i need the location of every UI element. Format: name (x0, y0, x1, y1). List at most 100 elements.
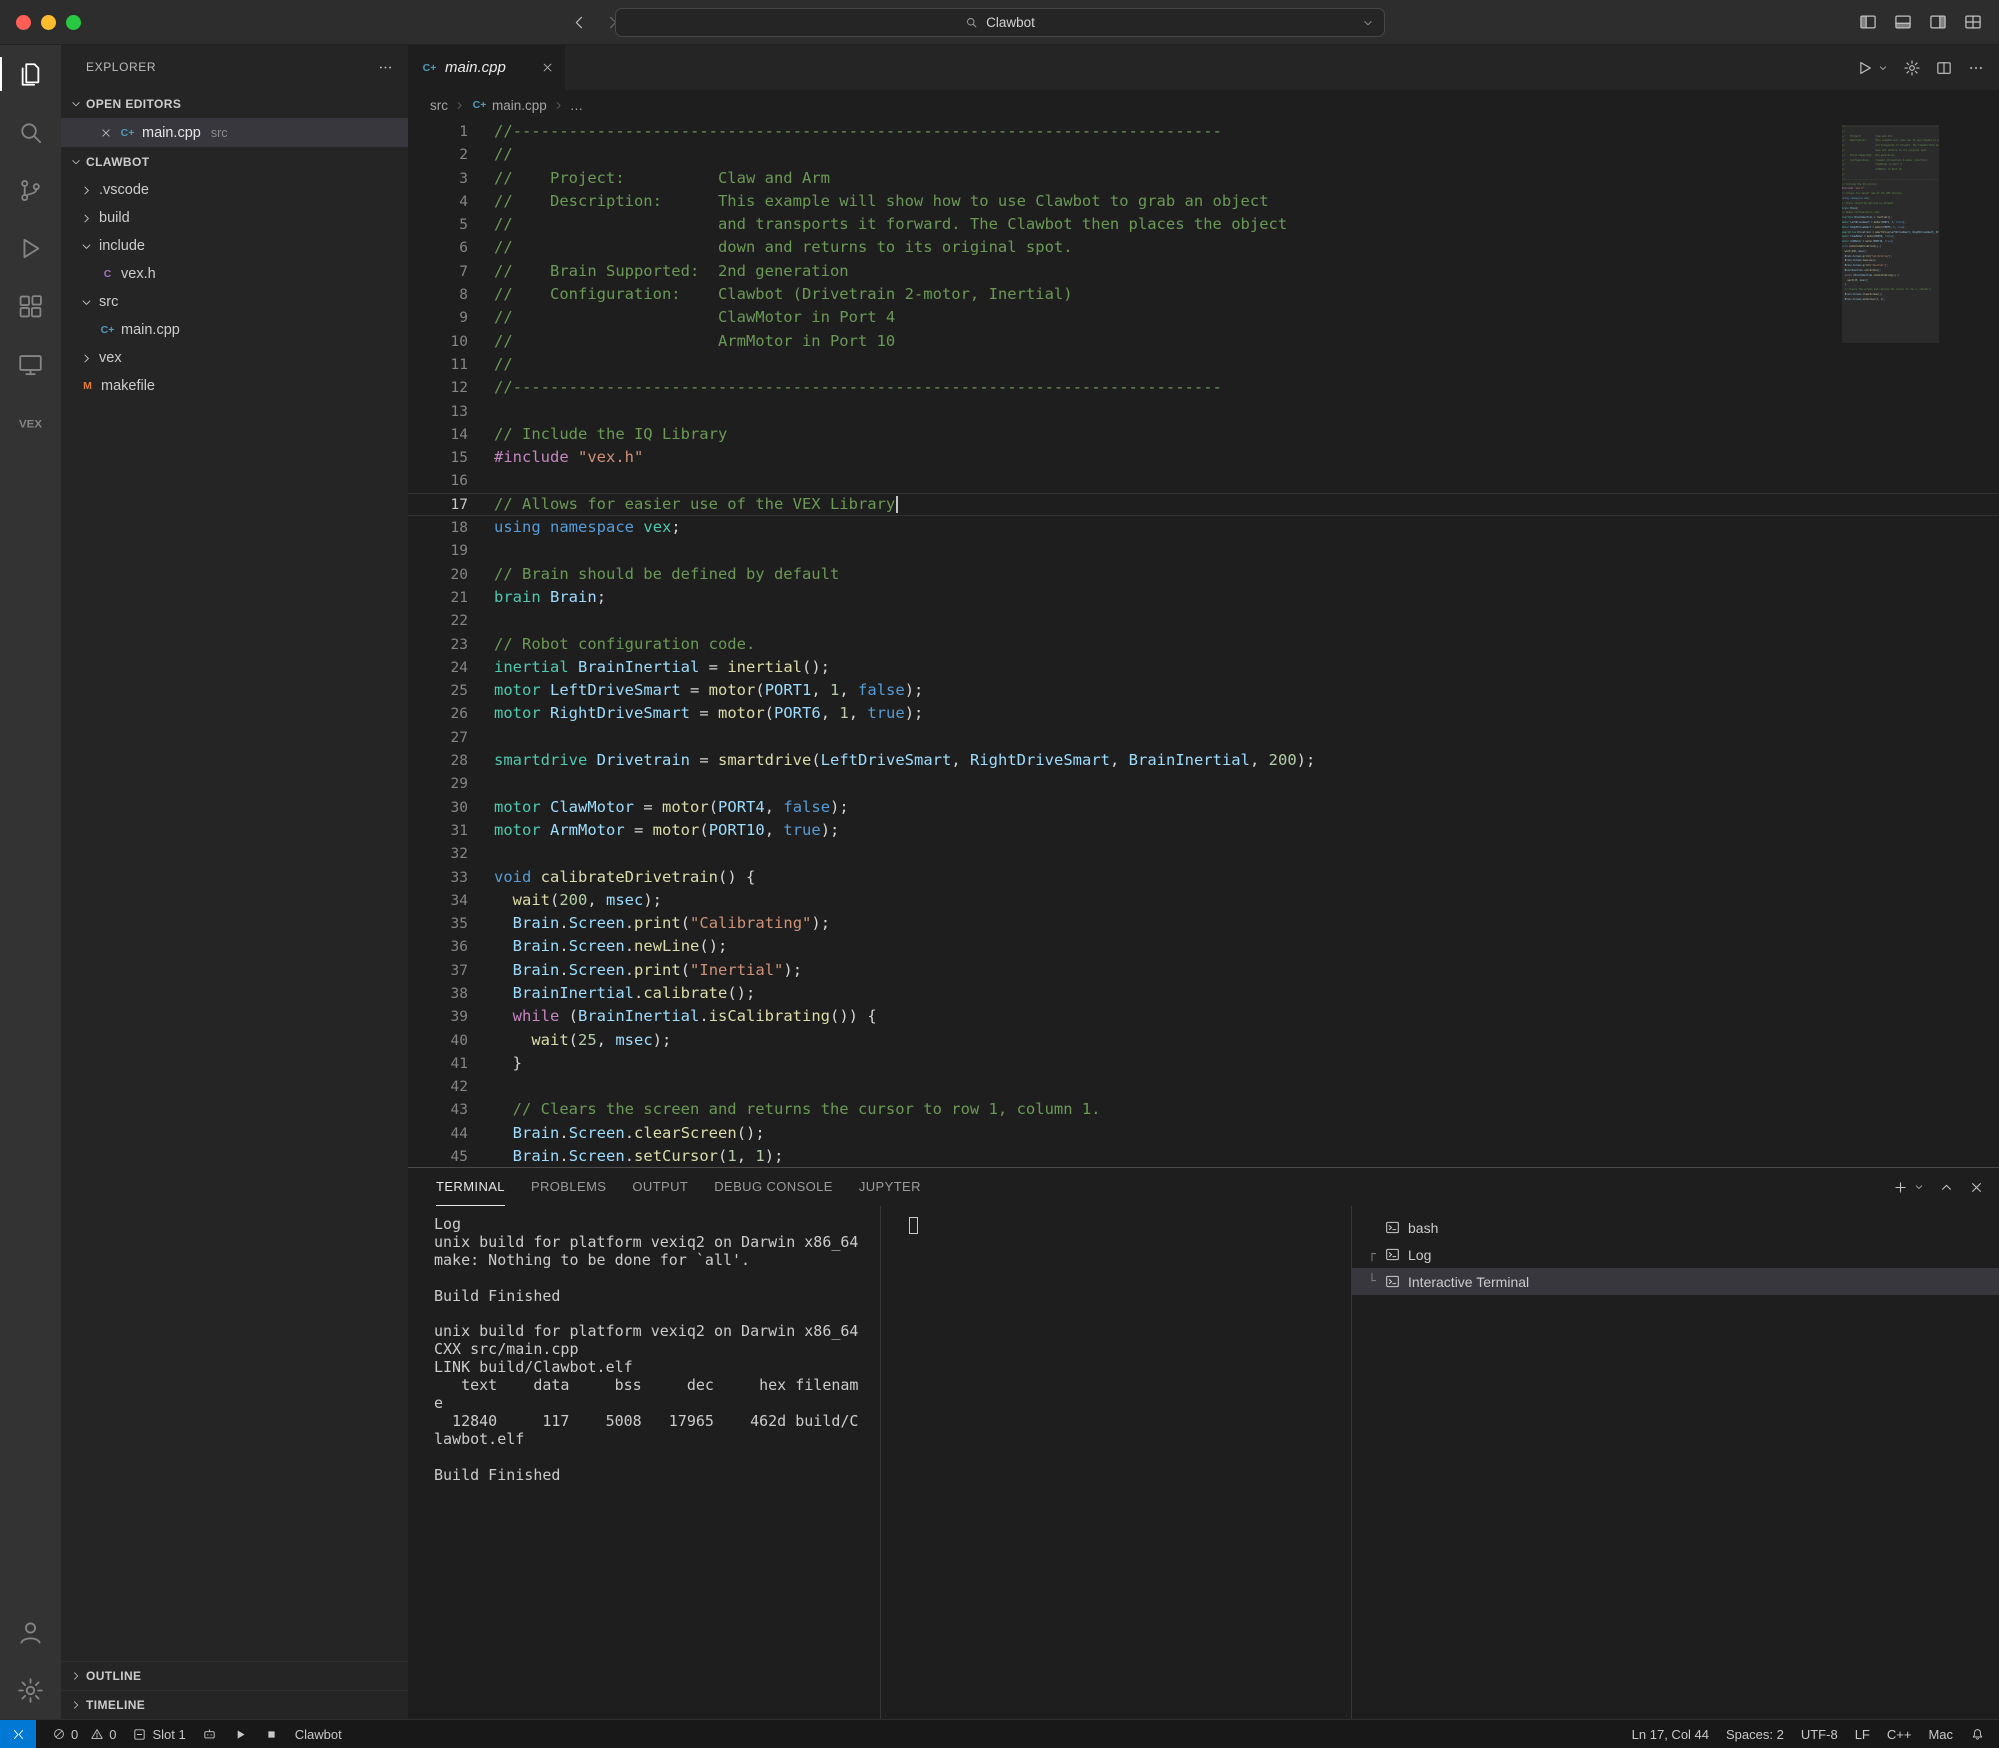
code-line-26[interactable]: 26 motor RightDriveSmart = motor(PORT6, 1… (408, 702, 1999, 725)
code-line-11[interactable]: 11// (408, 353, 1999, 376)
gear-icon[interactable] (1903, 59, 1921, 77)
breadcrumb-file[interactable]: C+ main.cpp (471, 98, 547, 113)
terminal-list-item-log[interactable]: ┌ Log (1352, 1241, 1999, 1268)
code-line-44[interactable]: 44 Brain.Screen.clearScreen(); (408, 1122, 1999, 1145)
activity-search[interactable] (0, 103, 61, 161)
panel-tab-jupyter[interactable]: JUPYTER (859, 1168, 921, 1206)
vex-slot[interactable]: Slot 1 (132, 1727, 186, 1742)
code-line-21[interactable]: 21 brain Brain; (408, 586, 1999, 609)
language-mode[interactable]: C++ (1887, 1727, 1912, 1742)
code-line-38[interactable]: 38 BrainInertial.calibrate(); (408, 982, 1999, 1005)
activity-source-control[interactable] (0, 161, 61, 219)
terminal-output[interactable]: Log unix build for platform vexiq2 on Dar… (408, 1206, 880, 1719)
toggle-primary-sidebar-icon[interactable] (1858, 12, 1878, 32)
breadcrumb-src[interactable]: src (430, 98, 448, 113)
code-line-14[interactable]: 14// Include the IQ Library (408, 423, 1999, 446)
code-line-31[interactable]: 31 motor ArmMotor = motor(PORT10, true); (408, 819, 1999, 842)
terminal-list-item-bash[interactable]: bash (1352, 1214, 1999, 1241)
activity-explorer[interactable] (0, 45, 61, 103)
customize-layout-icon[interactable] (1963, 12, 1983, 32)
code-line-5[interactable]: 5// and transports it forward. The Clawb… (408, 213, 1999, 236)
code-line-1[interactable]: 1//-------------------------------------… (408, 120, 1999, 143)
code-line-19[interactable]: 19 (408, 539, 1999, 562)
toggle-panel-icon[interactable] (1893, 12, 1913, 32)
code-line-2[interactable]: 2// (408, 143, 1999, 166)
code-line-29[interactable]: 29 (408, 772, 1999, 795)
vex-stop[interactable] (264, 1727, 279, 1742)
code-line-36[interactable]: 36 Brain.Screen.newLine(); (408, 935, 1999, 958)
more-actions-icon[interactable] (377, 59, 394, 76)
more-actions-icon[interactable] (1967, 59, 1985, 77)
new-terminal-icon[interactable] (1892, 1179, 1909, 1196)
breadcrumb-symbol[interactable]: … (570, 98, 584, 113)
code-line-13[interactable]: 13 (408, 400, 1999, 423)
code-editor[interactable]: 1 //-------------------------------------… (408, 120, 1999, 1167)
tree-item-makefile[interactable]: Mmakefile (61, 372, 408, 400)
code-line-33[interactable]: 33 void calibrateDrivetrain() { (408, 866, 1999, 889)
code-line-24[interactable]: 24 inertial BrainInertial = inertial(); (408, 656, 1999, 679)
activity-run-debug[interactable] (0, 219, 61, 277)
tree-item-vex.h[interactable]: Cvex.h (61, 260, 408, 288)
code-line-40[interactable]: 40 wait(25, msec); (408, 1029, 1999, 1052)
outline-header[interactable]: OUTLINE (61, 1661, 408, 1690)
code-line-35[interactable]: 35 Brain.Screen.print("Calibrating"); (408, 912, 1999, 935)
chevron-down-icon[interactable] (1877, 62, 1889, 74)
back-icon[interactable] (570, 13, 589, 32)
minimap[interactable]: //--------------------------------------… (1842, 125, 1939, 1167)
activity-settings[interactable] (0, 1661, 61, 1719)
indentation[interactable]: Spaces: 2 (1726, 1727, 1784, 1742)
problems-status[interactable]: 0 0 (52, 1727, 116, 1742)
code-line-28[interactable]: 28 smartdrive Drivetrain = smartdrive(Lef… (408, 749, 1999, 772)
code-line-34[interactable]: 34 wait(200, msec); (408, 889, 1999, 912)
code-line-6[interactable]: 6// down and returns to its original spo… (408, 236, 1999, 259)
terminal-interactive[interactable] (880, 1206, 1352, 1719)
code-line-20[interactable]: 20// Brain should be defined by default (408, 563, 1999, 586)
minimize-window-button[interactable] (41, 14, 56, 30)
code-line-8[interactable]: 8// Configuration: Clawbot (Drivetrain 2… (408, 283, 1999, 306)
code-line-22[interactable]: 22 (408, 609, 1999, 632)
vex-brain[interactable] (202, 1727, 217, 1742)
code-line-15[interactable]: 15 #include "vex.h" (408, 446, 1999, 469)
code-line-3[interactable]: 3// Project: Claw and Arm (408, 167, 1999, 190)
toggle-secondary-sidebar-icon[interactable] (1928, 12, 1948, 32)
code-line-25[interactable]: 25 motor LeftDriveSmart = motor(PORT1, 1,… (408, 679, 1999, 702)
code-line-23[interactable]: 23// Robot configuration code. (408, 633, 1999, 656)
tree-item-.vscode[interactable]: .vscode (61, 176, 408, 204)
code-line-4[interactable]: 4// Description: This example will show … (408, 190, 1999, 213)
encoding[interactable]: UTF-8 (1801, 1727, 1838, 1742)
open-editor-main-cpp[interactable]: C+ main.cpp src (61, 118, 408, 147)
code-line-7[interactable]: 7// Brain Supported: 2nd generation (408, 260, 1999, 283)
timeline-header[interactable]: TIMELINE (61, 1690, 408, 1719)
panel-tab-problems[interactable]: PROBLEMS (531, 1168, 606, 1206)
project-header[interactable]: CLAWBOT (61, 147, 408, 176)
split-editor-icon[interactable] (1935, 59, 1953, 77)
panel-tab-output[interactable]: OUTPUT (632, 1168, 688, 1206)
terminal-list-item-interactive-terminal[interactable]: └ Interactive Terminal (1352, 1268, 1999, 1295)
panel-tab-debug-console[interactable]: DEBUG CONSOLE (714, 1168, 833, 1206)
code-line-16[interactable]: 16 (408, 469, 1999, 492)
maximize-panel-icon[interactable] (1938, 1179, 1955, 1196)
notifications[interactable] (1970, 1727, 1985, 1742)
zoom-window-button[interactable] (66, 14, 81, 30)
code-line-43[interactable]: 43 // Clears the screen and returns the … (408, 1098, 1999, 1121)
panel-tab-terminal[interactable]: TERMINAL (436, 1168, 505, 1206)
code-line-17[interactable]: 17// Allows for easier use of the VEX Li… (408, 493, 1999, 516)
code-line-27[interactable]: 27 (408, 726, 1999, 749)
code-line-30[interactable]: 30 motor ClawMotor = motor(PORT4, false); (408, 796, 1999, 819)
code-line-41[interactable]: 41 } (408, 1052, 1999, 1075)
eol[interactable]: LF (1855, 1727, 1870, 1742)
tree-item-include[interactable]: include (61, 232, 408, 260)
tree-item-main.cpp[interactable]: C+ main.cpp (61, 316, 408, 344)
tree-item-build[interactable]: build (61, 204, 408, 232)
tree-item-vex[interactable]: vex (61, 344, 408, 372)
code-line-12[interactable]: 12//------------------------------------… (408, 376, 1999, 399)
chevron-down-icon[interactable] (1913, 1181, 1925, 1193)
tree-item-src[interactable]: src (61, 288, 408, 316)
close-window-button[interactable] (16, 14, 31, 30)
run-file-icon[interactable] (1856, 59, 1874, 77)
vex-run[interactable] (233, 1727, 248, 1742)
command-center[interactable]: Clawbot (614, 8, 1385, 37)
tab-main-cpp[interactable]: C+ main.cpp (408, 45, 566, 90)
close-tab-icon[interactable] (540, 60, 555, 75)
code-line-45[interactable]: 45 Brain.Screen.setCursor(1, 1); (408, 1145, 1999, 1167)
